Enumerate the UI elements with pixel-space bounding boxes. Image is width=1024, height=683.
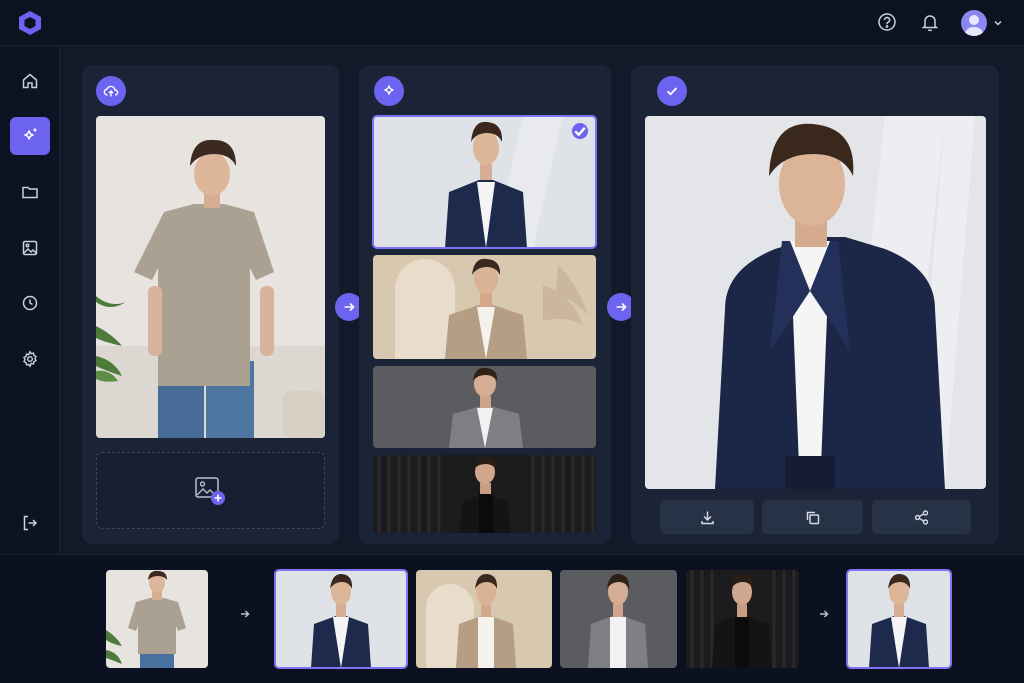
variation-gray[interactable] bbox=[373, 366, 596, 448]
arrow-right-icon bbox=[820, 610, 829, 618]
add-image-dropzone[interactable] bbox=[96, 452, 325, 529]
variation-black[interactable] bbox=[373, 455, 596, 533]
gear-icon bbox=[23, 350, 37, 368]
original-photo bbox=[96, 116, 325, 438]
copy-icon bbox=[806, 511, 820, 524]
sidebar-item-logout[interactable] bbox=[10, 504, 50, 542]
top-bar bbox=[0, 0, 1024, 46]
sidebar-item-files[interactable] bbox=[10, 173, 50, 211]
history-strip bbox=[0, 554, 1024, 683]
strip-thumb-black[interactable] bbox=[686, 570, 799, 668]
arrow-right-icon bbox=[241, 610, 250, 618]
strip-thumb-gray[interactable] bbox=[560, 570, 677, 668]
strip-thumb-beige[interactable] bbox=[416, 570, 552, 668]
share-button[interactable] bbox=[872, 500, 971, 534]
arrow-right-icon bbox=[344, 302, 355, 312]
strip-thumb-result[interactable] bbox=[846, 569, 952, 669]
clock-icon bbox=[22, 295, 38, 311]
step-generate-badge bbox=[374, 76, 404, 106]
logout-icon bbox=[23, 515, 38, 531]
arrow-right-icon bbox=[616, 302, 627, 312]
variation-navy[interactable] bbox=[372, 115, 597, 249]
chevron-down-icon[interactable] bbox=[992, 17, 1004, 29]
copy-button[interactable] bbox=[762, 500, 863, 534]
strip-thumb-original[interactable] bbox=[106, 570, 208, 668]
strip-thumb-navy[interactable] bbox=[274, 569, 408, 669]
result-photo bbox=[645, 116, 986, 489]
folder-icon bbox=[22, 186, 38, 199]
sidebar-item-ai-generate[interactable] bbox=[10, 117, 50, 155]
upload-cloud-icon bbox=[103, 85, 119, 97]
sidebar-item-history[interactable] bbox=[10, 284, 50, 322]
sparkle-icon bbox=[24, 128, 37, 140]
hexagon-logo-icon[interactable] bbox=[17, 10, 43, 36]
sidebar-item-home[interactable] bbox=[10, 62, 50, 100]
step-result-badge bbox=[657, 76, 687, 106]
sidebar-item-gallery[interactable] bbox=[10, 229, 50, 267]
share-icon bbox=[914, 509, 929, 525]
home-icon bbox=[22, 73, 38, 89]
selected-check-icon bbox=[572, 123, 588, 139]
download-icon bbox=[700, 511, 714, 524]
download-button[interactable] bbox=[660, 500, 754, 534]
add-image-icon bbox=[194, 476, 225, 505]
check-icon bbox=[666, 87, 678, 96]
bell-icon[interactable] bbox=[919, 11, 941, 33]
step-upload-badge bbox=[96, 76, 126, 106]
sidebar bbox=[0, 46, 60, 554]
help-icon[interactable] bbox=[876, 11, 898, 33]
sidebar-item-settings[interactable] bbox=[10, 340, 50, 378]
sparkle-icon bbox=[384, 85, 394, 95]
image-icon bbox=[22, 240, 38, 256]
variation-beige[interactable] bbox=[373, 255, 596, 359]
avatar[interactable] bbox=[961, 10, 987, 36]
